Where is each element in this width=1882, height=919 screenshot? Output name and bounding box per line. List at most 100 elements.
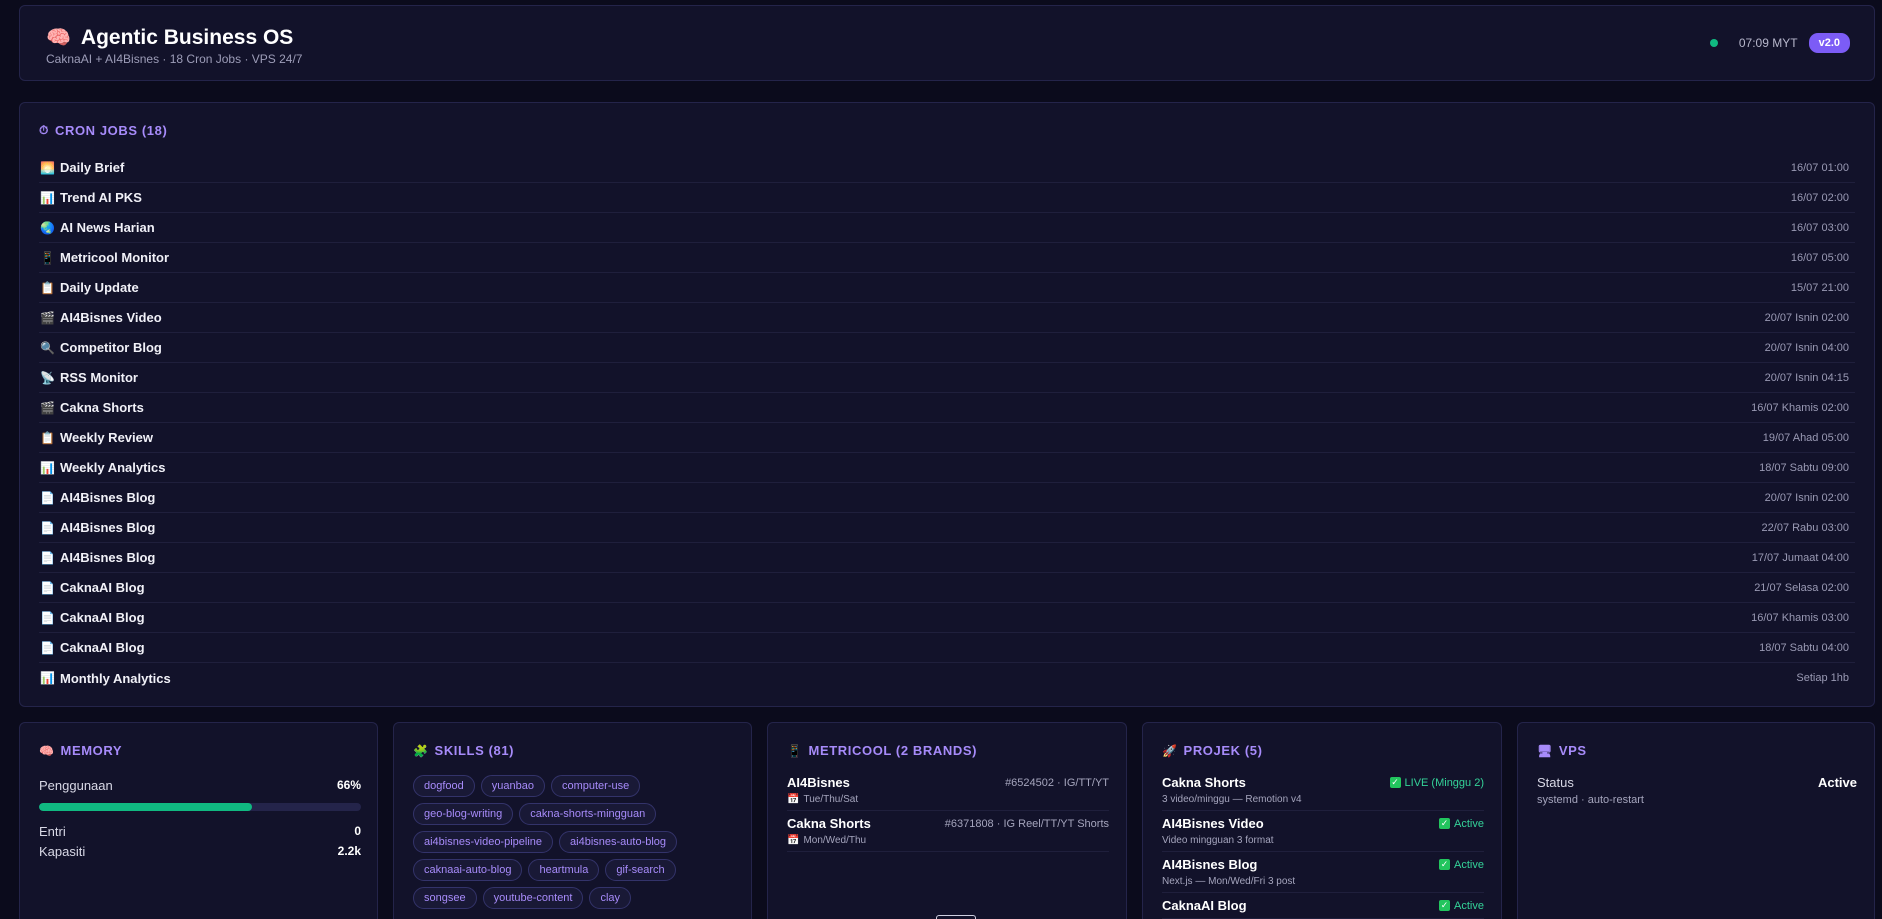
skills-title-text: SKILLS (81) bbox=[434, 743, 515, 758]
check-icon: ✓ bbox=[1439, 900, 1451, 911]
brand: 🧠 Agentic Business OS bbox=[46, 26, 293, 50]
cron-job-time: 18/07 Sabtu 09:00 bbox=[1759, 461, 1849, 474]
cron-job-row[interactable]: 📊 Monthly Analytics Setiap 1hb bbox=[39, 663, 1855, 693]
skill-tag[interactable]: geo-blog-writing bbox=[413, 803, 514, 825]
version-badge: v2.0 bbox=[1808, 33, 1850, 53]
cron-job-row[interactable]: 📡 RSS Monitor 20/07 Isnin 04:15 bbox=[39, 363, 1855, 393]
memory-usage-label: Penggunaan bbox=[39, 777, 113, 793]
cron-job-icon: 📋 bbox=[40, 280, 55, 295]
metricool-title: 📱 METRICOOL (2 BRANDS) bbox=[787, 743, 977, 758]
cron-job-label: Weekly Analytics bbox=[60, 460, 166, 475]
cron-job-row[interactable]: 🌏 AI News Harian 16/07 03:00 bbox=[39, 213, 1855, 243]
vps-status-row: Status Active bbox=[1537, 775, 1857, 790]
projek-status: ✓ Active bbox=[1439, 818, 1484, 830]
cron-job-name: 🎬 AI4Bisnes Video bbox=[40, 310, 162, 325]
projek-status-text: LIVE (Minggu 2) bbox=[1404, 776, 1484, 789]
cron-job-name: 📄 CaknaAI Blog bbox=[40, 580, 145, 595]
skills-title: 🧩 SKILLS (81) bbox=[413, 743, 514, 758]
cron-job-row[interactable]: 🌅 Daily Brief 16/07 01:00 bbox=[39, 153, 1855, 183]
projek-item-header: CaknaAI Blog ✓ Active bbox=[1162, 898, 1484, 913]
cron-job-icon: 📊 bbox=[40, 190, 55, 205]
vps-subtext: systemd · auto-restart bbox=[1537, 794, 1644, 806]
skill-tag[interactable]: youtube-content bbox=[482, 887, 584, 909]
cron-job-icon: 📄 bbox=[40, 490, 55, 505]
cron-job-icon: 📄 bbox=[40, 640, 55, 655]
skills-panel: 🧩 SKILLS (81) dogfood yuanbao computer-use… bbox=[393, 722, 752, 919]
cron-job-row[interactable]: 📄 CaknaAI Blog 16/07 Khamis 03:00 bbox=[39, 603, 1855, 633]
metricool-brand-header: Cakna Shorts #6371808 · IG Reel/TT/YT Sho… bbox=[787, 816, 1109, 831]
memory-panel: 🧠 MEMORY Penggunaan 66% Entri 0 Kapasiti… bbox=[19, 722, 378, 919]
metricool-more-button[interactable] bbox=[936, 915, 976, 919]
cron-job-row[interactable]: 📱 Metricool Monitor 16/07 05:00 bbox=[39, 243, 1855, 273]
skill-tag[interactable]: ai4bisnes-auto-blog bbox=[559, 831, 678, 853]
projek-item-header: AI4Bisnes Blog ✓ Active bbox=[1162, 857, 1484, 872]
cron-job-icon: 📋 bbox=[40, 430, 55, 445]
cron-job-name: 📊 Weekly Analytics bbox=[40, 460, 166, 475]
header-status: 07:09 MYT v2.0 bbox=[1709, 33, 1850, 53]
vps-title-text: VPS bbox=[1558, 743, 1587, 758]
skill-tag[interactable]: cakna-shorts-mingguan bbox=[519, 803, 657, 825]
header-bar: 🧠 Agentic Business OS CaknaAI + AI4Bisne… bbox=[19, 5, 1875, 81]
check-icon: ✓ bbox=[1389, 777, 1401, 788]
projek-status: ✓ Active bbox=[1439, 900, 1484, 912]
cron-job-label: Daily Update bbox=[60, 280, 139, 295]
cron-job-row[interactable]: 📄 AI4Bisnes Blog 22/07 Rabu 03:00 bbox=[39, 513, 1855, 543]
online-status-dot bbox=[1709, 39, 1718, 47]
cron-jobs-title-text: CRON JOBS (18) bbox=[54, 123, 168, 138]
cron-job-label: Trend AI PKS bbox=[60, 190, 142, 205]
skill-tag[interactable]: ai4bisnes-video-pipeline bbox=[413, 831, 554, 853]
metricool-brand-name: AI4Bisnes bbox=[787, 775, 850, 790]
cron-job-row[interactable]: 📄 AI4Bisnes Blog 20/07 Isnin 02:00 bbox=[39, 483, 1855, 513]
cron-job-icon: 📱 bbox=[40, 250, 55, 265]
skill-tag[interactable]: caknaai-auto-blog bbox=[413, 859, 523, 881]
cron-job-icon: 📊 bbox=[40, 460, 55, 475]
cron-job-label: Weekly Review bbox=[60, 430, 153, 445]
cron-job-row[interactable]: 📋 Weekly Review 19/07 Ahad 05:00 bbox=[39, 423, 1855, 453]
cron-job-icon: 🔍 bbox=[40, 340, 55, 355]
cron-job-label: Metricool Monitor bbox=[60, 250, 170, 265]
cron-job-name: 📋 Daily Update bbox=[40, 280, 139, 295]
brain-icon: 🧠 bbox=[39, 743, 55, 758]
metricool-brand-header: AI4Bisnes #6524502 · IG/TT/YT bbox=[787, 775, 1109, 790]
projek-item: CaknaAI Blog ✓ Active bbox=[1162, 898, 1484, 919]
cron-job-name: 📡 RSS Monitor bbox=[40, 370, 138, 385]
cron-job-name: 📄 CaknaAI Blog bbox=[40, 640, 145, 655]
metricool-brand: Cakna Shorts #6371808 · IG Reel/TT/YT Sho… bbox=[787, 816, 1109, 852]
cron-job-time: 20/07 Isnin 04:00 bbox=[1764, 341, 1849, 354]
cron-job-row[interactable]: 📋 Daily Update 15/07 21:00 bbox=[39, 273, 1855, 303]
projek-status-text: Active bbox=[1454, 817, 1484, 830]
skill-tag[interactable]: yuanbao bbox=[480, 775, 545, 797]
cron-job-icon: 🌏 bbox=[40, 220, 55, 235]
projek-item-header: AI4Bisnes Video ✓ Active bbox=[1162, 816, 1484, 831]
skill-tag[interactable]: songsee bbox=[413, 887, 477, 909]
vps-title: 🖥 VPS bbox=[1537, 743, 1587, 758]
cron-job-label: RSS Monitor bbox=[60, 370, 138, 385]
cron-job-row[interactable]: 🔍 Competitor Blog 20/07 Isnin 04:00 bbox=[39, 333, 1855, 363]
cron-job-time: 20/07 Isnin 02:00 bbox=[1764, 491, 1849, 504]
cron-job-row[interactable]: 📊 Weekly Analytics 18/07 Sabtu 09:00 bbox=[39, 453, 1855, 483]
cron-job-row[interactable]: 📄 CaknaAI Blog 18/07 Sabtu 04:00 bbox=[39, 633, 1855, 663]
projek-status-text: Active bbox=[1454, 858, 1484, 871]
cron-job-row[interactable]: 📊 Trend AI PKS 16/07 02:00 bbox=[39, 183, 1855, 213]
skill-tag[interactable]: dogfood bbox=[413, 775, 475, 797]
skill-tag[interactable]: clay bbox=[589, 887, 632, 909]
projek-name: AI4Bisnes Blog bbox=[1162, 857, 1258, 872]
cron-jobs-panel: ⏱ CRON JOBS (18) 🌅 Daily Brief 16/07 01:00… bbox=[19, 102, 1875, 707]
skill-tag[interactable]: gif-search bbox=[605, 859, 676, 881]
vps-body: Status Active systemd · auto-restart bbox=[1537, 775, 1857, 806]
metricool-brand-list: AI4Bisnes #6524502 · IG/TT/YT 📅 Tue/Thu/Sat… bbox=[787, 775, 1109, 857]
cron-job-row[interactable]: 📄 CaknaAI Blog 21/07 Selasa 02:00 bbox=[39, 573, 1855, 603]
skill-tag[interactable]: computer-use bbox=[550, 775, 641, 797]
cron-job-row[interactable]: 🎬 Cakna Shorts 16/07 Khamis 02:00 bbox=[39, 393, 1855, 423]
memory-entries-value: 0 bbox=[354, 824, 361, 838]
cron-job-name: 📄 AI4Bisnes Blog bbox=[40, 490, 155, 505]
cron-job-row[interactable]: 🎬 AI4Bisnes Video 20/07 Isnin 02:00 bbox=[39, 303, 1855, 333]
projek-desc: 3 video/minggu — Remotion v4 bbox=[1162, 794, 1302, 805]
metricool-brand-name: Cakna Shorts bbox=[787, 816, 871, 831]
skill-tag[interactable]: heartmula bbox=[528, 859, 600, 881]
calendar-icon: 📅 bbox=[787, 794, 800, 805]
memory-usage-value: 66% bbox=[336, 778, 361, 792]
cron-job-row[interactable]: 📄 AI4Bisnes Blog 17/07 Jumaat 04:00 bbox=[39, 543, 1855, 573]
metricool-brand-schedule: 📅 Tue/Thu/Sat bbox=[787, 794, 1109, 805]
cron-job-time: 19/07 Ahad 05:00 bbox=[1762, 431, 1849, 444]
